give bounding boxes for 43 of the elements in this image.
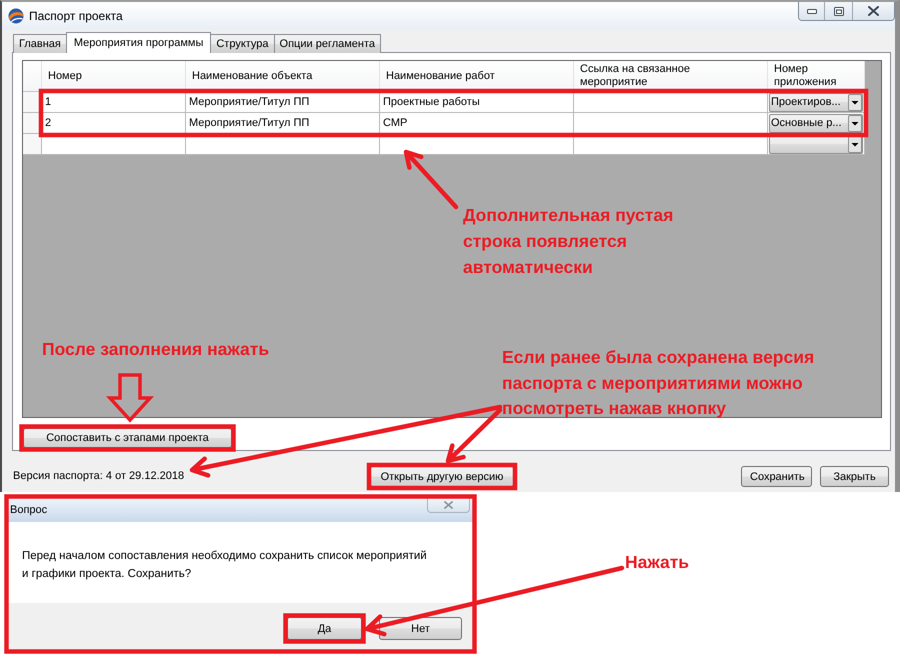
- annotation-arrow: [106, 373, 154, 423]
- version-label: Версия паспорта: 4 от 29.12.2018: [12, 470, 186, 482]
- table-cell: Мероприятие/Титул ПП: [186, 113, 380, 134]
- header-corner: [23, 61, 42, 92]
- maximize-icon: [834, 6, 844, 16]
- table-cell: Мероприятие/Титул ПП: [186, 92, 380, 113]
- dropdown[interactable]: Основные р...: [769, 114, 863, 132]
- close-button[interactable]: [427, 498, 470, 513]
- dialog-message: Перед началом сопоставления необходимо сохранить список мероприятий и графики проекта. Сохранить?: [22, 549, 428, 582]
- table-cell: 2: [42, 113, 186, 134]
- annotation-arrow: [404, 150, 458, 210]
- footer-button[interactable]: Сохранить: [741, 466, 812, 487]
- caret-icon: [848, 114, 862, 132]
- row-header-cell: [23, 134, 42, 155]
- tab[interactable]: Структура: [210, 34, 275, 53]
- close-button[interactable]: [852, 2, 894, 20]
- minimize-button[interactable]: [799, 2, 824, 20]
- maximize-button[interactable]: [824, 2, 852, 20]
- dialog-title: Вопрос: [10, 504, 48, 516]
- annotation-note: Если ранее была сохранена версия паспорта с мероприятиями можно посмотреть нажав кнопку: [502, 346, 814, 420]
- annotation-note: Нажать: [625, 551, 690, 574]
- column-header: Номер: [42, 61, 186, 92]
- footer-button[interactable]: Закрыть: [820, 466, 889, 487]
- dropdown[interactable]: Проектиров...: [769, 92, 863, 112]
- minimize-icon: [806, 8, 816, 14]
- close-icon: [444, 501, 453, 509]
- column-header: Номер приложения: [768, 61, 865, 92]
- column-header: Наименование объекта: [186, 61, 380, 92]
- tab[interactable]: Главная: [13, 34, 67, 53]
- window-title: Паспорт проекта: [29, 9, 123, 23]
- caret-icon: [848, 94, 862, 110]
- close-icon: [868, 6, 879, 16]
- table-cell: СМР: [380, 113, 574, 134]
- column-header: Наименование работ: [380, 61, 574, 92]
- tab[interactable]: Мероприятия программы: [66, 32, 212, 53]
- compare-button[interactable]: Сопоставить с этапами проекта: [23, 428, 232, 448]
- dialog-button[interactable]: Да: [287, 617, 362, 640]
- annotation-note: Дополнительная пустая строка появляется автоматически: [463, 204, 674, 279]
- table-cell: Проектные работы: [380, 92, 574, 113]
- app-icon: [8, 8, 24, 24]
- column-header: Ссылка на связанное мероприятие: [574, 61, 768, 92]
- tab[interactable]: Опции регламента: [274, 34, 382, 53]
- annotation-note: После заполнения нажать: [42, 338, 270, 361]
